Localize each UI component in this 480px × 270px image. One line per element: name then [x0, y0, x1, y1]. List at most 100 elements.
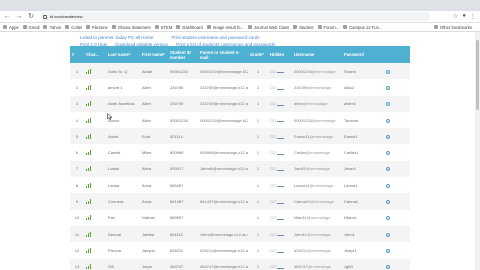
- student-id-cell[interactable]: 00001234: [168, 63, 198, 79]
- email-cell[interactable]: Jdenl@mmmstage.k12.ac.c...: [198, 226, 248, 242]
- info-icon[interactable]: i: [386, 85, 390, 90]
- last-name-cell[interactable]: Dennal: [106, 226, 140, 242]
- bookmark-item[interactable]: STEM: [154, 25, 172, 30]
- student-id-cell[interactable]: 000017: [168, 161, 198, 177]
- first-name-cell[interactable]: Jaeftar: [140, 226, 168, 242]
- column-header[interactable]: #: [70, 46, 84, 63]
- password-cell[interactable]: Eamin1: [342, 128, 382, 144]
- bookmark-item[interactable]: Dashboard: [176, 25, 203, 30]
- column-header[interactable]: Student ID number: [168, 46, 198, 63]
- grade-cell[interactable]: 1: [248, 226, 268, 242]
- grade-cell[interactable]: 1: [248, 79, 268, 95]
- last-name-cell[interactable]: Preona: [106, 242, 140, 258]
- first-name-cell[interactable]: Allen: [140, 112, 168, 128]
- grade-cell[interactable]: 1: [248, 210, 268, 226]
- username-cell[interactable]: ahlen@mmmstage: [292, 96, 342, 112]
- hidden-toggle[interactable]: □ □: [270, 101, 284, 106]
- grade-cell[interactable]: 1: [248, 128, 268, 144]
- column-header[interactable]: [382, 46, 410, 63]
- username-cell[interactable]: Canna11@mmmstage: [292, 193, 342, 209]
- last-name-cell[interactable]: Aster Assefuss: [106, 96, 140, 112]
- last-name-cell[interactable]: Lostat: [106, 161, 140, 177]
- info-icon[interactable]: i: [386, 134, 390, 139]
- hidden-toggle[interactable]: □ □: [270, 232, 284, 237]
- hidden-toggle[interactable]: □ □: [270, 118, 284, 123]
- info-icon[interactable]: i: [386, 183, 390, 188]
- password-cell[interactable]: Lanna1: [342, 177, 382, 193]
- email-cell[interactable]: 00001234@mmmstage.k12.ac.c...: [198, 112, 248, 128]
- hidden-toggle[interactable]: □ □: [270, 69, 284, 74]
- info-icon[interactable]: i: [386, 216, 390, 221]
- forward-icon[interactable]: →: [14, 12, 24, 22]
- last-name-cell[interactable]: Connera: [106, 193, 140, 209]
- last-name-cell[interactable]: Fan: [106, 210, 140, 226]
- profile-icon[interactable]: ●: [462, 13, 466, 20]
- bookmark-item[interactable]: Campus 12 Fun...: [343, 25, 382, 30]
- first-name-cell[interactable]: Jorpe: [140, 259, 168, 270]
- username-cell[interactable]: Lanna11@mmmstage: [292, 177, 342, 193]
- username-cell[interactable]: 00001234@mmmstage: [292, 63, 342, 79]
- last-name-cell[interactable]: Dollo Sr. Q: [106, 63, 140, 79]
- first-name-cell[interactable]: Jaeyun: [140, 242, 168, 258]
- hidden-toggle[interactable]: □ □: [270, 215, 284, 220]
- bookmark-item[interactable]: Forum...: [317, 25, 339, 30]
- back-icon[interactable]: ←: [2, 12, 12, 22]
- parents-link[interactable]: Listed to parents: today PC all Horne: [80, 34, 154, 41]
- student-id-cell[interactable]: 900969: [168, 144, 198, 160]
- email-cell[interactable]: 626211@mmmstage.k12.ac.c...: [198, 242, 248, 258]
- last-name-cell[interactable]: Amint: [106, 128, 140, 144]
- grade-cell[interactable]: 1: [248, 96, 268, 112]
- first-name-cell[interactable]: Allen: [140, 79, 168, 95]
- username-cell[interactable]: Cmiles@mmmstage: [292, 144, 342, 160]
- first-name-cell[interactable]: Ablah: [140, 63, 168, 79]
- last-name-cell[interactable]: amont 1: [106, 79, 140, 95]
- grade-cell[interactable]: 1: [248, 177, 268, 193]
- first-name-cell[interactable]: Nathan: [140, 210, 168, 226]
- username-cell[interactable]: 00001234@mmmstage: [292, 112, 342, 128]
- password-cell[interactable]: Jeap11: [342, 242, 382, 258]
- email-cell[interactable]: 234789@mmmstage.k12.ac.c...: [198, 79, 248, 95]
- email-cell[interactable]: [198, 177, 248, 193]
- email-cell[interactable]: [198, 210, 248, 226]
- bookmark-item[interactable]: Filezene: [86, 25, 108, 30]
- menu-icon[interactable]: ⋮: [470, 13, 476, 20]
- column-header[interactable]: Hidden: [268, 46, 292, 63]
- column-header[interactable]: Username: [292, 46, 342, 63]
- student-id-cell[interactable]: 661115: [168, 226, 198, 242]
- password-cell[interactable]: Jden1: [342, 226, 382, 242]
- username-cell[interactable]: Jden11@mmmstage: [292, 226, 342, 242]
- bookmark-item[interactable]: Journal Web Class: [248, 25, 289, 30]
- column-header[interactable]: Grade*: [248, 46, 268, 63]
- grade-cell[interactable]: 1: [248, 259, 268, 270]
- grade-cell[interactable]: 1: [248, 63, 268, 79]
- student-id-cell[interactable]: 521114: [168, 128, 198, 144]
- username-cell[interactable]: 464747@mmmstage: [292, 259, 342, 270]
- email-cell[interactable]: 00001234@mmmstage.k12.ac.c...: [198, 63, 248, 79]
- username-cell[interactable]: Nfan11@mmmstage: [292, 210, 342, 226]
- info-icon[interactable]: i: [386, 200, 390, 205]
- bookmark-item[interactable]: Gmail: [22, 25, 39, 30]
- password-cell[interactable]: Nfanxx: [342, 210, 382, 226]
- password-cell[interactable]: Sharm: [342, 63, 382, 79]
- column-header[interactable]: Last name*: [106, 46, 140, 63]
- username-cell[interactable]: 626211@mmmstage: [292, 242, 342, 258]
- email-cell[interactable]: [198, 128, 248, 144]
- username-cell[interactable]: Jam01@mmmstage: [292, 161, 342, 177]
- student-id-cell[interactable]: 661457: [168, 193, 198, 209]
- info-icon[interactable]: i: [386, 69, 390, 74]
- email-cell[interactable]: Jahmi6@mmmstage.k12.ac.c...: [198, 161, 248, 177]
- student-id-cell[interactable]: 00001234: [168, 112, 198, 128]
- password-cell[interactable]: Cmiles1: [342, 144, 382, 160]
- email-cell[interactable]: 661457@mmmstage.k12.ac.c...: [198, 193, 248, 209]
- bookmark-item[interactable]: Yahoo: [43, 25, 61, 30]
- column-header[interactable]: Char...: [84, 46, 106, 63]
- email-cell[interactable]: 900969@mmmstage.k12.ac.c...: [198, 144, 248, 160]
- column-header[interactable]: First name*: [140, 46, 168, 63]
- username-cell[interactable]: 234789@mmmstage: [292, 79, 342, 95]
- info-icon[interactable]: i: [386, 167, 390, 172]
- first-name-cell[interactable]: Anna: [140, 193, 168, 209]
- bookmark-item[interactable]: Image result fo...: [206, 25, 244, 30]
- email-cell[interactable]: 464747@mmmstage.k12.ac.c...: [198, 259, 248, 270]
- bookmark-item[interactable]: Ghana Statement: [111, 25, 151, 30]
- hidden-toggle[interactable]: □ □: [270, 85, 284, 90]
